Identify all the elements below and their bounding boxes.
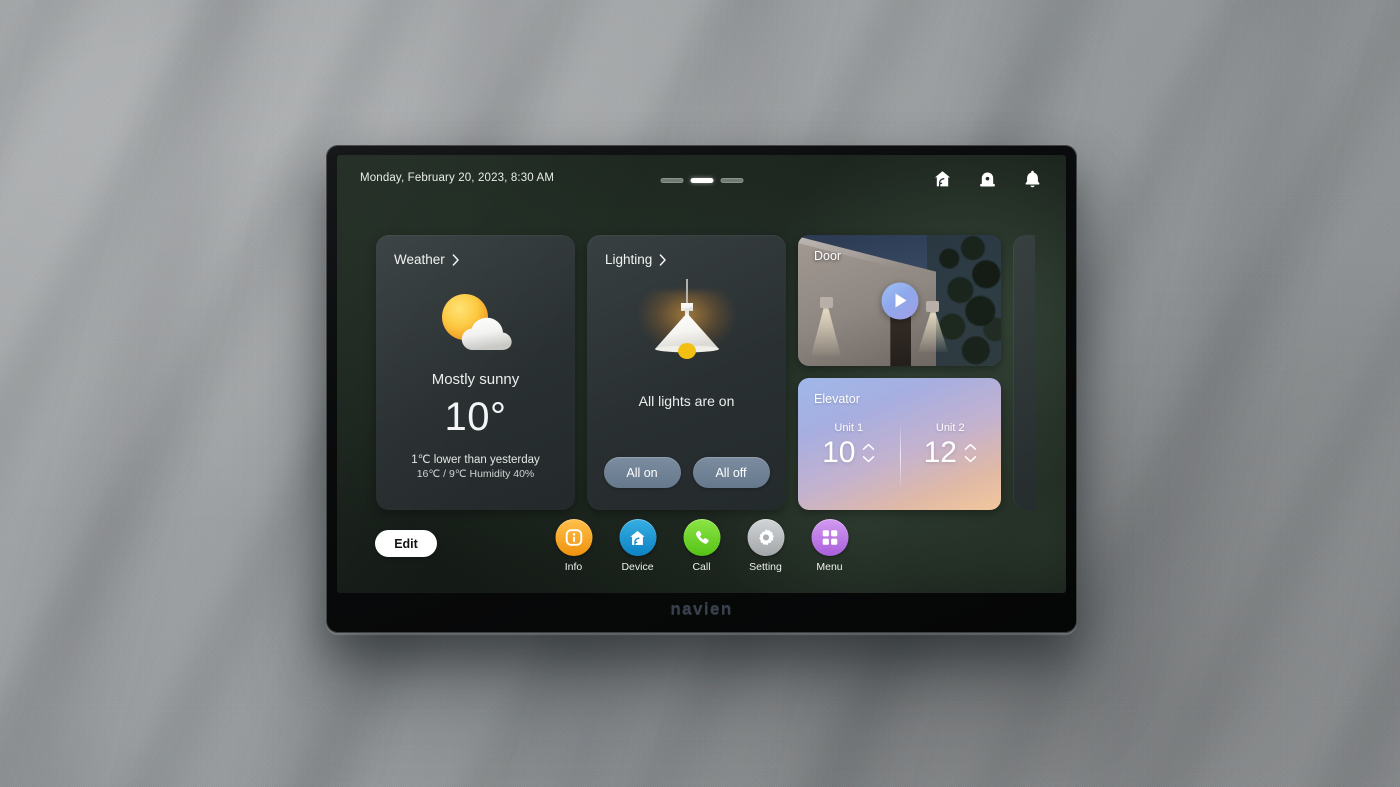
chevron-right-icon <box>659 253 667 266</box>
weather-temperature: 10° <box>444 395 507 439</box>
phone-icon[interactable] <box>683 519 720 556</box>
home-wifi-icon[interactable] <box>932 167 953 191</box>
chevron-down-icon[interactable] <box>964 455 977 463</box>
bell-icon[interactable] <box>1022 167 1043 191</box>
weather-condition: Mostly sunny <box>431 371 520 388</box>
door-camera-card[interactable]: Door <box>798 235 1001 366</box>
smart-home-panel-device: Monday, February 20, 2023, 8:30 AM Weath… <box>326 145 1077 633</box>
elevator-title: Elevator <box>814 392 860 406</box>
dock-label-setting: Setting <box>749 561 782 573</box>
all-on-button[interactable]: All on <box>603 457 681 488</box>
gear-icon[interactable] <box>747 519 784 556</box>
elevator-unit-1-floor: 10 <box>822 436 856 469</box>
weather-card-header[interactable]: Weather <box>394 252 460 267</box>
status-bar: Monday, February 20, 2023, 8:30 AM <box>337 155 1066 207</box>
elevator-unit-2-stepper[interactable] <box>964 443 977 463</box>
all-off-button[interactable]: All off <box>692 457 770 488</box>
card-carousel[interactable]: Weather Mostly sunny 10° 1℃ lower than y… <box>337 235 1066 510</box>
elevator-unit-1-stepper[interactable] <box>862 443 875 463</box>
elevator-unit-2-label: Unit 2 <box>935 422 965 434</box>
chevron-down-icon[interactable] <box>862 455 875 463</box>
dock-label-menu: Menu <box>816 561 843 573</box>
dock-item-device[interactable]: Device <box>619 519 656 573</box>
panel-screen: Monday, February 20, 2023, 8:30 AM Weath… <box>337 155 1066 593</box>
lighting-buttons: All on All off <box>587 457 786 488</box>
weather-title: Weather <box>394 252 445 267</box>
weather-highlow-humidity: 16℃ / 9℃ Humidity 40% <box>416 468 535 480</box>
page-dot-1[interactable] <box>660 178 683 183</box>
bottom-dock: Edit Info Device Call Setting Menu <box>337 513 1066 593</box>
datetime-label: Monday, February 20, 2023, 8:30 AM <box>360 172 555 184</box>
pendant-lamp-icon <box>654 279 719 359</box>
weather-comparison: 1℃ lower than yesterday <box>411 454 540 466</box>
lighting-status: All lights are on <box>638 393 735 409</box>
elevator-card[interactable]: Elevator Unit 1 10 Unit 2 12 <box>798 378 1001 510</box>
elevator-unit-2: Unit 2 12 <box>900 416 1002 510</box>
dock-label-call: Call <box>692 561 711 573</box>
weather-card[interactable]: Weather Mostly sunny 10° 1℃ lower than y… <box>376 235 575 510</box>
dock-label-info: Info <box>564 561 583 573</box>
wall-sconce-left <box>820 297 833 308</box>
info-icon[interactable] <box>555 519 592 556</box>
system-icons <box>932 167 1043 191</box>
dock-item-call[interactable]: Call <box>683 519 720 573</box>
door-card-title: Door <box>814 249 842 263</box>
dock-item-info[interactable]: Info <box>555 519 592 573</box>
lighting-title: Lighting <box>605 252 653 267</box>
page-dot-2[interactable] <box>690 178 713 183</box>
edit-button[interactable]: Edit <box>375 530 437 557</box>
wall-sconce-right <box>926 301 939 312</box>
lighting-card-header[interactable]: Lighting <box>605 252 667 267</box>
page-indicator[interactable] <box>660 178 743 183</box>
dock-item-setting[interactable]: Setting <box>747 519 784 573</box>
device-icon[interactable] <box>619 519 656 556</box>
play-icon[interactable] <box>881 282 918 319</box>
grid-icon[interactable] <box>811 519 848 556</box>
elevator-units: Unit 1 10 Unit 2 12 <box>798 416 1001 510</box>
chevron-up-icon[interactable] <box>964 443 977 451</box>
next-card-peek[interactable] <box>1013 235 1035 510</box>
chevron-right-icon <box>452 253 459 266</box>
lighting-card[interactable]: Lighting All lights are on All on All of… <box>587 235 786 510</box>
brand-logo: navien <box>670 599 733 618</box>
right-card-column: Door Elevator Unit 1 10 Unit 2 12 <box>798 235 1001 510</box>
page-dot-3[interactable] <box>720 178 743 183</box>
dock-item-menu[interactable]: Menu <box>811 519 848 573</box>
elevator-unit-2-floor: 12 <box>923 436 957 469</box>
elevator-unit-1-label: Unit 1 <box>834 422 864 434</box>
sun-behind-cloud-icon <box>441 294 512 350</box>
chevron-up-icon[interactable] <box>862 443 875 451</box>
dock-label-device: Device <box>621 561 654 573</box>
dock-items: Info Device Call Setting Menu <box>555 519 848 573</box>
security-device-icon[interactable] <box>977 167 998 191</box>
elevator-unit-1: Unit 1 10 <box>798 416 900 510</box>
